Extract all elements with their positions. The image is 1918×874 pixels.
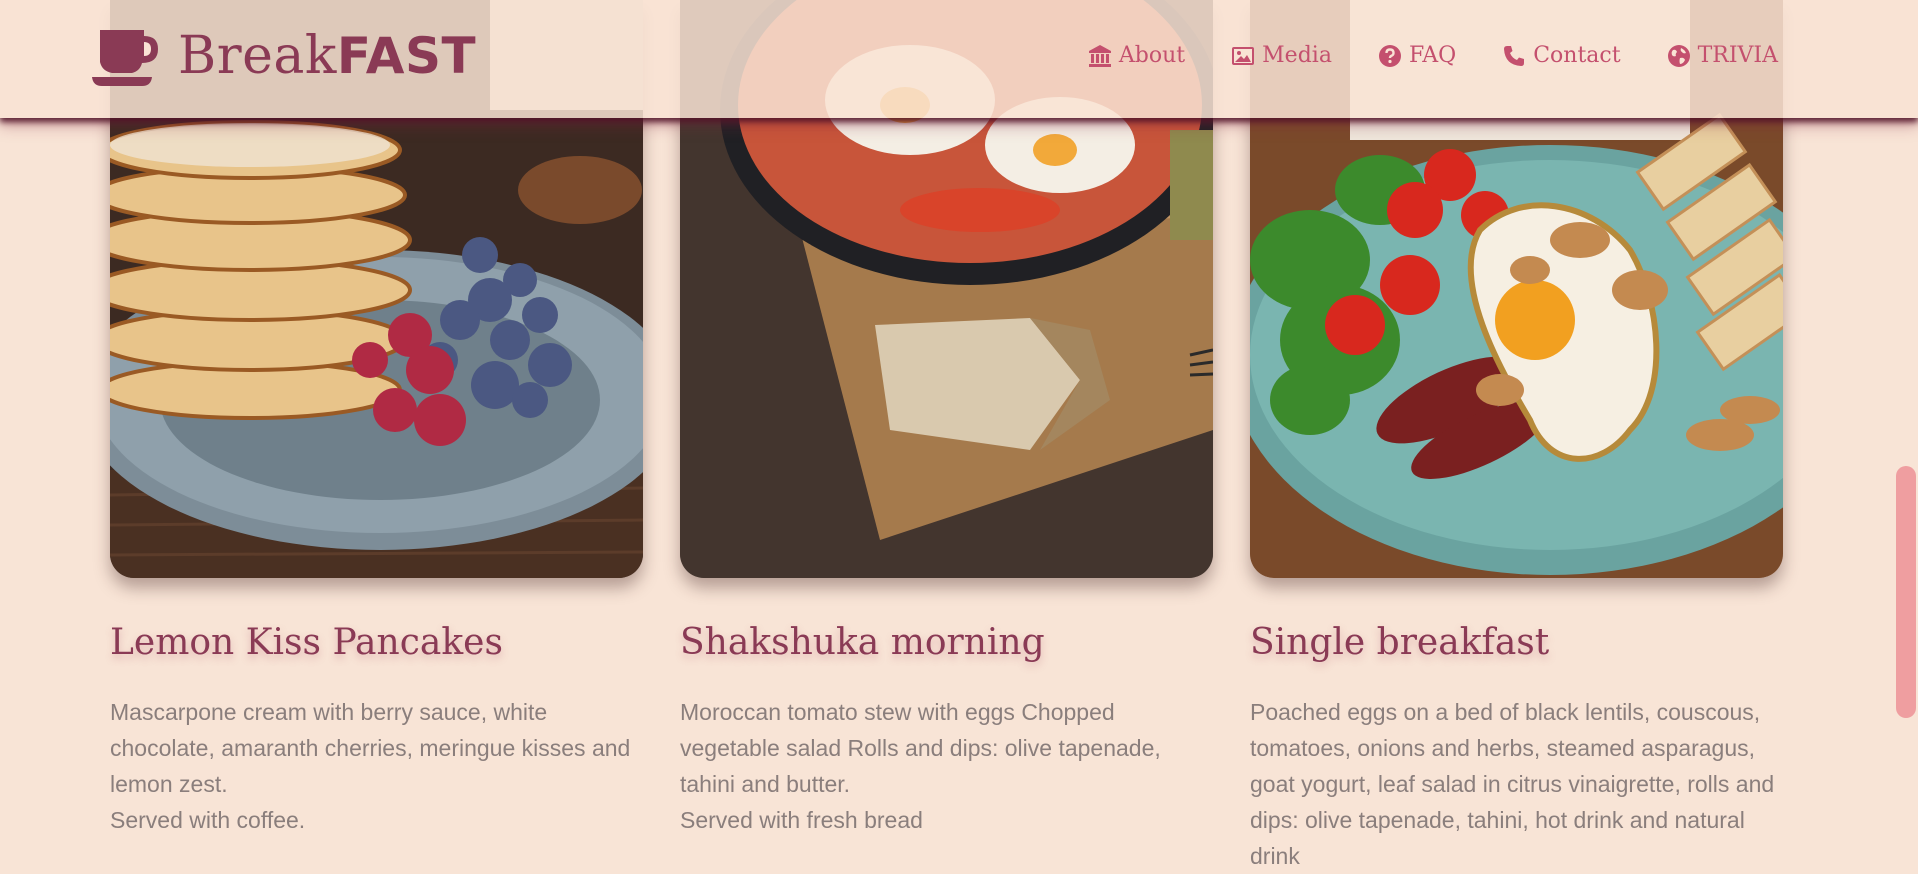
nav-contact[interactable]: Contact: [1502, 40, 1621, 72]
card-description: Poached eggs on a bed of black lentils, …: [1250, 694, 1790, 874]
phone-icon: [1504, 46, 1525, 66]
nav-about-label: About: [1118, 43, 1186, 68]
nav-about[interactable]: About: [1088, 40, 1185, 72]
nav-trivia[interactable]: TRIVIA: [1667, 40, 1778, 72]
card-title: Single breakfast: [1250, 622, 1550, 663]
globe-icon: [1667, 45, 1690, 67]
page-scrollbar[interactable]: [1888, 0, 1918, 852]
nav-faq-label: FAQ: [1408, 43, 1457, 68]
coffee-cup-icon: [92, 30, 158, 86]
brand-name: BreakFAST: [178, 26, 476, 86]
nav-media-label: Media: [1262, 43, 1332, 68]
site-header: BreakFAST About Media FAQ Contact TRIVIA: [0, 0, 1918, 118]
card-description-text: Poached eggs on a bed of black lentils, …: [1250, 699, 1775, 869]
card-description-text: Mascarpone cream with berry sauce, white…: [110, 699, 631, 797]
brand-logo[interactable]: BreakFAST: [92, 26, 476, 86]
card-description: Mascarpone cream with berry sauce, white…: [110, 694, 650, 838]
card-serving-note: Served with fresh bread: [680, 807, 923, 833]
main-nav: About Media FAQ Contact TRIVIA: [1088, 40, 1778, 72]
image-icon: [1232, 47, 1255, 65]
brand-name-bold: FAST: [336, 27, 477, 85]
question-circle-icon: [1378, 45, 1401, 67]
card-serving-note: Served with coffee.: [110, 807, 306, 833]
nav-media[interactable]: Media: [1231, 40, 1332, 72]
nav-trivia-label: TRIVIA: [1697, 43, 1778, 68]
card-title: Lemon Kiss Pancakes: [110, 622, 503, 663]
building-columns-icon: [1088, 45, 1111, 67]
card-title: Shakshuka morning: [680, 622, 1045, 663]
brand-name-light: Break: [178, 26, 337, 86]
card-description-text: Moroccan tomato stew with eggs Chopped v…: [680, 699, 1161, 797]
nav-contact-label: Contact: [1533, 43, 1621, 68]
nav-faq[interactable]: FAQ: [1378, 40, 1456, 72]
scrollbar-thumb[interactable]: [1896, 466, 1916, 718]
card-description: Moroccan tomato stew with eggs Chopped v…: [680, 694, 1220, 838]
